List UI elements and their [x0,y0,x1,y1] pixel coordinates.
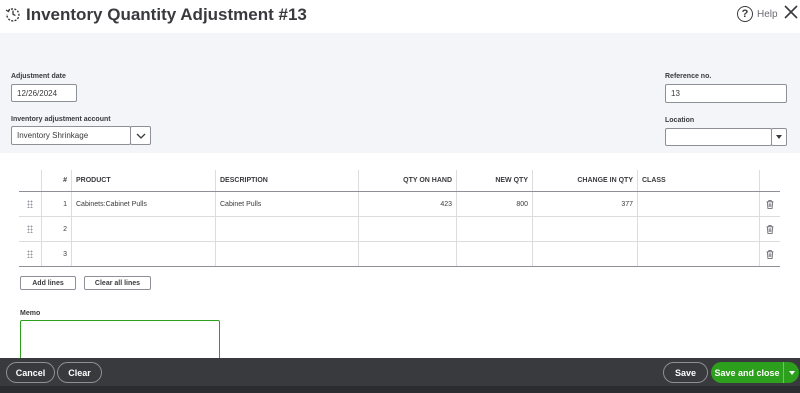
column-header-qty-on-hand: QTY ON HAND [358,170,456,191]
class-cell[interactable] [637,192,759,216]
adjustment-date-label: Adjustment date [11,73,66,80]
column-header-new-qty: NEW QTY [456,170,532,191]
row-number: 2 [41,217,71,241]
column-header-change-in-qty: CHANGE IN QTY [532,170,637,191]
save-button[interactable]: Save [663,362,708,383]
change-in-qty-cell[interactable]: 377 [532,192,637,216]
location-dropdown-button[interactable] [771,128,787,146]
new-qty-cell[interactable]: 800 [456,192,532,216]
description-cell[interactable]: Cabinet Pulls [215,192,358,216]
column-header-description: DESCRIPTION [215,170,358,191]
help-button[interactable]: ? Help [737,5,778,23]
memo-field[interactable] [20,320,220,362]
account-dropdown-button[interactable] [130,126,151,145]
adjustment-date-field[interactable]: 12/26/2024 [11,84,77,102]
caret-down-icon [776,135,782,139]
footer-strip [0,386,800,393]
table-row[interactable]: 3 [19,242,780,267]
trash-icon [766,249,774,259]
delete-row-button[interactable] [759,217,780,241]
drag-handle-icon [27,200,33,208]
adjustment-table: # PRODUCT DESCRIPTION QTY ON HAND NEW QT… [19,170,780,267]
qty-on-hand-cell [358,217,456,241]
chevron-down-icon [136,133,145,139]
row-number: 3 [41,242,71,266]
row-number: 1 [41,192,71,216]
add-lines-button[interactable]: Add lines [20,276,76,290]
inventory-adjustment-page: Inventory Quantity Adjustment #13 ? Help… [0,0,800,393]
drag-handle[interactable] [19,242,41,266]
qty-on-hand-cell [358,242,456,266]
drag-handle[interactable] [19,217,41,241]
page-title: Inventory Quantity Adjustment #13 [26,5,307,24]
location-label: Location [665,117,695,124]
memo-label: Memo [20,310,41,317]
save-and-close-button[interactable]: Save and close [711,362,799,383]
help-label: Help [757,8,778,20]
inventory-account-field[interactable]: Inventory Shrinkage [11,126,131,145]
product-cell[interactable] [71,242,215,266]
change-in-qty-cell[interactable] [532,217,637,241]
drag-column-header [19,170,41,191]
class-cell[interactable] [637,217,759,241]
close-icon[interactable] [783,4,799,20]
table-header: # PRODUCT DESCRIPTION QTY ON HAND NEW QT… [19,170,780,192]
table-row[interactable]: 1 Cabinets:Cabinet Pulls Cabinet Pulls 4… [19,192,780,217]
column-header-number: # [41,170,71,191]
history-icon[interactable] [5,6,21,22]
change-in-qty-cell[interactable] [532,242,637,266]
delete-row-button[interactable] [759,192,780,216]
class-cell[interactable] [637,242,759,266]
product-cell[interactable] [71,217,215,241]
delete-row-button[interactable] [759,242,780,266]
help-icon: ? [737,6,753,22]
new-qty-cell[interactable] [456,217,532,241]
qty-on-hand-cell: 423 [358,192,456,216]
trash-icon [766,224,774,234]
description-cell[interactable] [215,217,358,241]
drag-handle[interactable] [19,192,41,216]
clear-all-lines-button[interactable]: Clear all lines [84,276,151,290]
trash-icon [766,199,774,209]
product-cell[interactable]: Cabinets:Cabinet Pulls [71,192,215,216]
clear-button[interactable]: Clear [57,362,102,383]
table-row[interactable]: 2 [19,217,780,242]
delete-column-header [759,170,780,191]
location-field[interactable] [665,128,772,146]
description-cell[interactable] [215,242,358,266]
column-header-class: CLASS [637,170,759,191]
column-header-product: PRODUCT [71,170,215,191]
save-and-close-label: Save and close [714,367,780,378]
reference-no-label: Reference no. [665,73,712,80]
inventory-account-label: Inventory adjustment account [11,116,111,123]
save-options-dropdown[interactable] [783,362,799,383]
header: Inventory Quantity Adjustment #13 ? Help [0,0,800,33]
caret-down-icon [788,370,795,375]
drag-handle-icon [27,225,33,233]
cancel-button[interactable]: Cancel [6,362,55,383]
drag-handle-icon [27,250,33,258]
reference-no-field[interactable]: 13 [665,84,787,103]
new-qty-cell[interactable] [456,242,532,266]
